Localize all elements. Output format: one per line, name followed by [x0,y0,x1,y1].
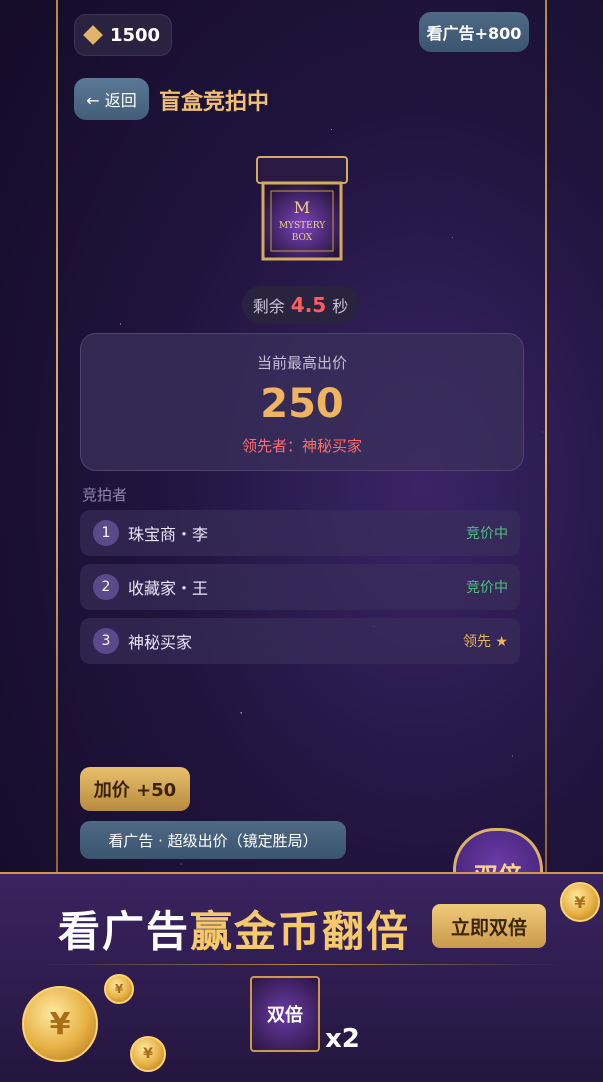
mystery-box-image: M MYSTERY BOX [253,155,351,263]
bidder-name: 收藏家・王 [128,579,209,598]
box-letter: M [294,198,310,217]
box-word-1: MYSTERY [279,221,326,231]
bidder-status: 竞价中 [466,580,508,596]
highest-bid-value: 250 [260,381,344,427]
multiplier-label: x2 [325,1024,360,1054]
banner-title-part2: 赢金币翻倍 [190,907,411,956]
bidder-name: 珠宝商・李 [128,525,209,544]
coin-count: 1500 [109,24,161,46]
timer-value: 4.5 [290,293,327,317]
double-box-label: 双倍 [267,1005,303,1026]
bidders-label: 竞拍者 [82,486,128,504]
super-bid-button[interactable]: 看广告 · 超级出价（镜定胜局） [80,821,346,859]
highest-bid-label: 当前最高出价 [256,354,347,372]
double-reward-banner: 看广告赢金币翻倍 立即双倍 双倍 x2 ¥ ¥ ¥ ¥ [0,872,603,1082]
coin-icon: ¥ [22,986,98,1062]
bidder-name: 神秘买家 [128,633,193,652]
box-word-2: BOX [292,233,313,243]
left-frame-border [56,0,58,880]
bidder-row: 1 珠宝商・李 竞价中 [80,510,520,556]
diamond-icon [83,25,103,45]
coin-icon: ¥ [130,1036,166,1072]
bidder-status: 领先 ★ [462,634,508,650]
rank-badge: 1 [93,520,119,546]
countdown-timer: 剩余 4.5 秒 [242,286,359,324]
banner-divider [40,964,563,965]
bidder-status: 竞价中 [466,526,508,542]
rank-badge: 3 [93,628,119,654]
coin-icon: ¥ [560,882,600,922]
back-button[interactable]: ← 返回 [74,78,149,120]
coin-balance: 1500 [74,14,172,56]
highest-bid-card: 当前最高出价 250 领先者：神秘买家 [80,333,524,471]
bid-leader: 领先者：神秘买家 [241,437,362,455]
coin-icon: ¥ [104,974,134,1004]
banner-title: 看广告赢金币翻倍 [58,898,410,959]
page-title: 盲盒竞拍中 [159,90,270,115]
rank-badge: 2 [93,574,119,600]
banner-title-part1: 看广告 [58,907,191,956]
timer-suffix: 秒 [332,297,349,316]
bidder-row: 3 神秘买家 领先 ★ [80,618,520,664]
double-now-button[interactable]: 立即双倍 [432,904,546,948]
bidder-row: 2 收藏家・王 竞价中 [80,564,520,610]
double-box-icon: 双倍 [250,976,320,1052]
watch-ad-button[interactable]: 看广告+800 [419,12,529,52]
right-frame-border [545,0,547,880]
timer-prefix: 剩余 [252,297,285,316]
raise-bid-button[interactable]: 加价 +50 [80,767,190,811]
